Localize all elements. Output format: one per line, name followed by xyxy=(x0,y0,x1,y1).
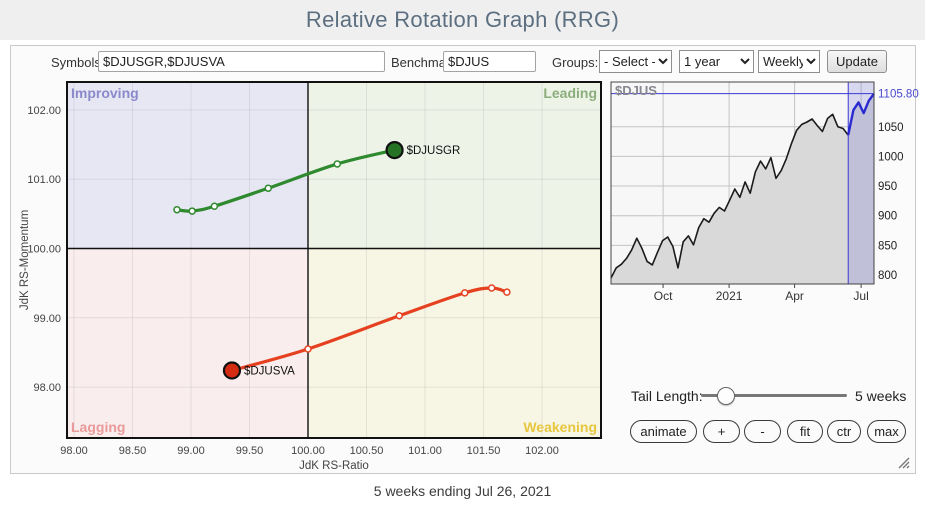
svg-text:100.00: 100.00 xyxy=(27,244,61,256)
benchmark-symbol-label: $DJUS xyxy=(615,83,657,98)
tail-length-label: Tail Length: xyxy=(631,388,703,404)
svg-text:102.00: 102.00 xyxy=(27,105,61,117)
svg-text:99.00: 99.00 xyxy=(33,313,61,325)
svg-text:Oct: Oct xyxy=(654,289,673,303)
period-caption: 5 weeks ending Jul 26, 2021 xyxy=(0,483,925,499)
quadrant-label-lagging: Lagging xyxy=(71,419,125,435)
svg-text:2021: 2021 xyxy=(716,289,743,303)
benchmark-price-chart[interactable]: $DJUS 1105.80 1050 1000 950 900 850 800 Oct 2021 A… xyxy=(611,82,919,303)
series-label: $DJUSGR xyxy=(407,145,461,157)
quadrant-label-improving: Improving xyxy=(71,85,139,101)
animate-button[interactable]: animate xyxy=(630,420,697,443)
zoom-out-button[interactable]: - xyxy=(744,420,781,443)
svg-text:900: 900 xyxy=(878,211,897,223)
svg-text:950: 950 xyxy=(878,181,897,193)
svg-text:800: 800 xyxy=(878,270,897,282)
svg-text:100.50: 100.50 xyxy=(350,445,384,457)
tail-length-value: 5 weeks xyxy=(855,388,906,404)
rrg-panel: Symbols: Benchmark: Groups: - Select - 1… xyxy=(10,45,916,474)
rrg-quadrants xyxy=(67,82,601,438)
center-button[interactable]: ctr xyxy=(827,420,861,443)
svg-text:100.00: 100.00 xyxy=(291,445,325,457)
svg-text:101.50: 101.50 xyxy=(467,445,501,457)
zoom-in-button[interactable]: + xyxy=(703,420,740,443)
svg-text:99.50: 99.50 xyxy=(236,445,264,457)
resize-handle-icon[interactable] xyxy=(896,455,910,469)
svg-text:101.00: 101.00 xyxy=(27,174,61,186)
latest-value-label: 1105.80 xyxy=(878,89,919,101)
series-label: $DJUSVA xyxy=(244,365,295,377)
series-head-dot xyxy=(224,362,240,378)
svg-text:99.00: 99.00 xyxy=(177,445,205,457)
tail-length-slider[interactable] xyxy=(701,386,847,406)
svg-text:1000: 1000 xyxy=(878,151,904,163)
rrg-y-axis-title: JdK RS-Momentum xyxy=(19,210,31,310)
slider-handle[interactable] xyxy=(717,387,735,405)
svg-text:98.00: 98.00 xyxy=(33,382,61,394)
svg-text:98.00: 98.00 xyxy=(60,445,88,457)
app-header: Relative Rotation Graph (RRG) xyxy=(0,0,925,40)
svg-text:98.50: 98.50 xyxy=(119,445,147,457)
svg-text:Apr: Apr xyxy=(785,289,804,303)
svg-text:850: 850 xyxy=(878,240,897,252)
quadrant-label-leading: Leading xyxy=(543,85,597,101)
max-button[interactable]: max xyxy=(867,420,906,443)
rrg-and-benchmark-charts[interactable]: $DJUSGR $DJUSVA Improving Leading Lagging Wea… xyxy=(11,46,915,473)
page-title: Relative Rotation Graph (RRG) xyxy=(0,0,925,40)
fit-button[interactable]: fit xyxy=(787,420,823,443)
quadrant-label-weakening: Weakening xyxy=(523,419,597,435)
svg-text:Jul: Jul xyxy=(853,289,868,303)
svg-text:102.00: 102.00 xyxy=(525,445,559,457)
series-head-dot xyxy=(387,142,403,158)
rrg-x-axis-title: JdK RS-Ratio xyxy=(299,460,369,472)
svg-text:101.00: 101.00 xyxy=(408,445,442,457)
svg-text:1050: 1050 xyxy=(878,122,904,134)
